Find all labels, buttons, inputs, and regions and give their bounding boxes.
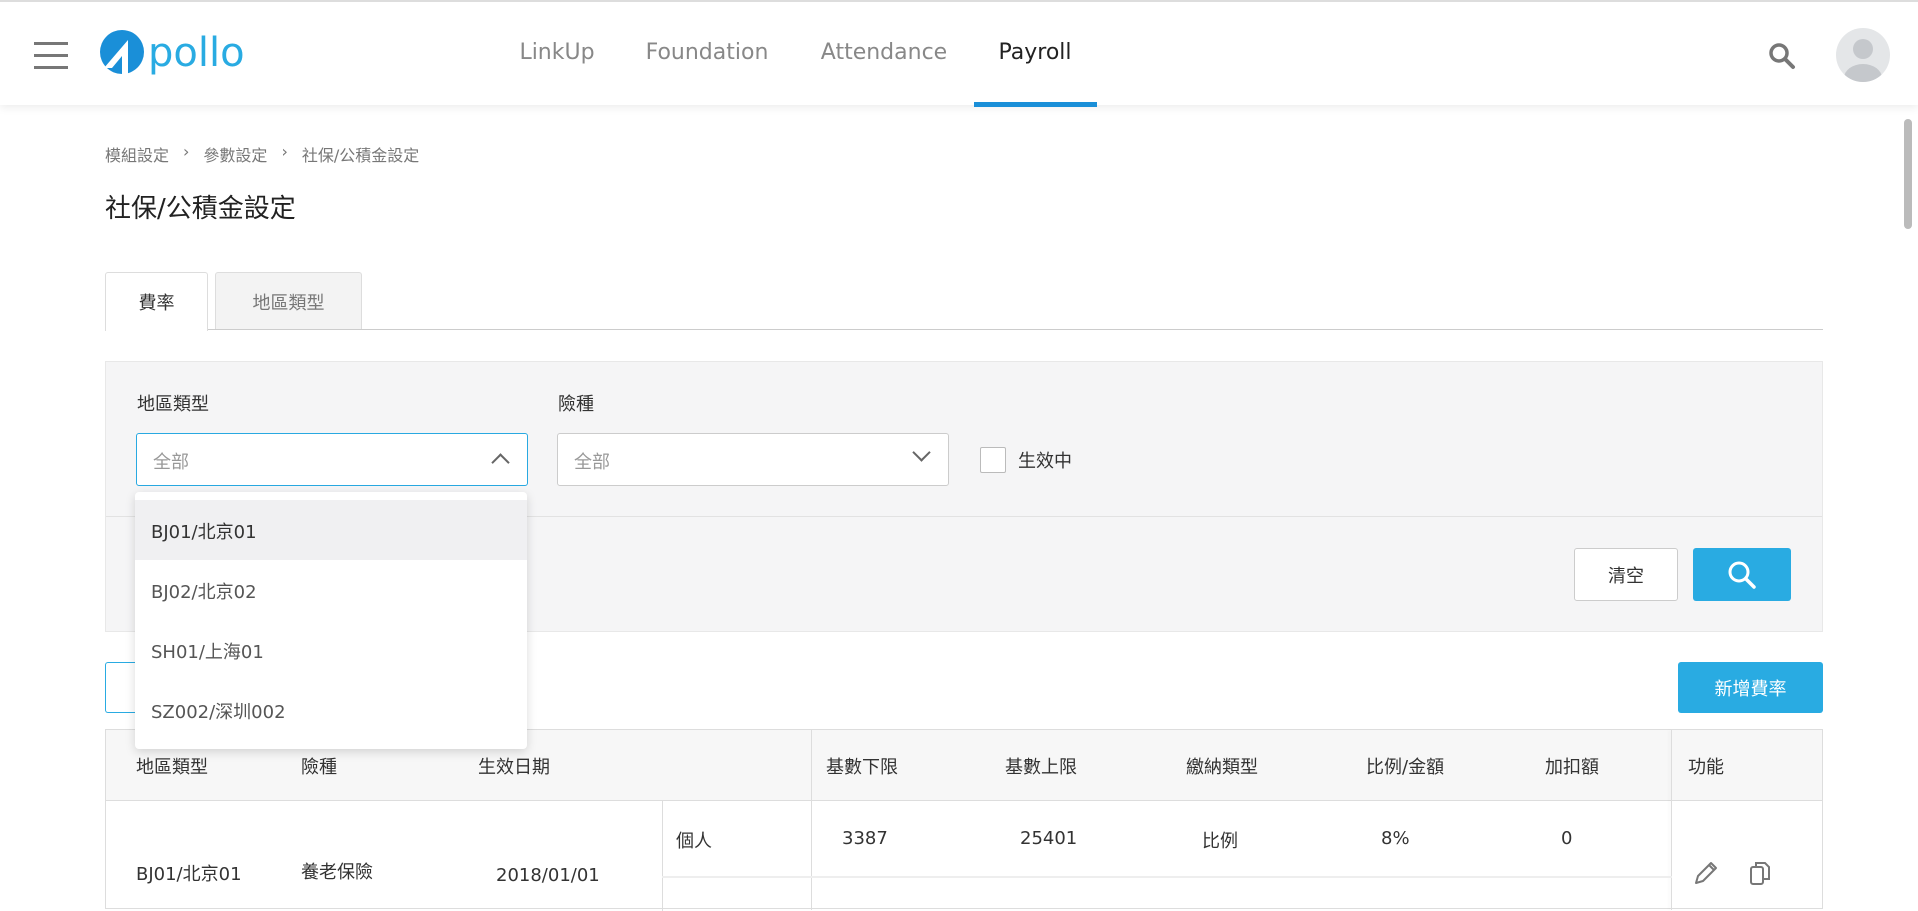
- chevron-down-icon: [912, 443, 931, 462]
- row-divider: [662, 876, 1672, 878]
- search-button[interactable]: [1693, 548, 1791, 601]
- header-adjustment: 加扣額: [1545, 757, 1599, 778]
- chevron-right-icon: ›: [183, 142, 190, 161]
- active-nav-indicator: [974, 102, 1097, 107]
- top-header: pollo LinkUp Foundation Attendance Payro…: [0, 0, 1918, 107]
- apollo-logo[interactable]: pollo: [98, 28, 268, 84]
- dropdown-option[interactable]: BJ02/北京02: [135, 560, 527, 620]
- header-base-min: 基數下限: [826, 757, 898, 778]
- column-divider: [1671, 730, 1672, 910]
- header-rate-amount: 比例/金額: [1366, 757, 1445, 778]
- region-type-dropdown: BJ01/北京01 BJ02/北京02 SH01/上海01 SZ002/深圳00…: [135, 492, 527, 749]
- cell-date: 2018/01/01: [496, 865, 600, 886]
- header-payment-type: 繳納類型: [1186, 757, 1258, 778]
- breadcrumb-item[interactable]: 模組設定: [105, 142, 169, 166]
- dropdown-option[interactable]: SH01/上海01: [135, 620, 527, 680]
- active-checkbox[interactable]: [980, 447, 1006, 473]
- add-rate-button[interactable]: 新增費率: [1678, 662, 1823, 713]
- region-type-select[interactable]: 全部: [136, 433, 528, 486]
- cell-region: BJ01/北京01: [136, 864, 242, 885]
- breadcrumb-item: 社保/公積金設定: [301, 146, 420, 165]
- page-title: 社保/公積金設定: [105, 194, 296, 224]
- tab-region-type[interactable]: 地區類型: [215, 272, 362, 330]
- search-icon[interactable]: [1768, 42, 1796, 74]
- cell-insurance: 養老保險: [301, 862, 373, 883]
- cell-payment-type: 比例: [1202, 831, 1238, 852]
- breadcrumb-item[interactable]: 參數設定: [203, 142, 267, 166]
- cell-base-max: 25401: [1020, 828, 1078, 849]
- breadcrumb: 模組設定 › 參數設定 › 社保/公積金設定: [105, 142, 419, 166]
- header-region-type: 地區類型: [136, 757, 208, 778]
- header-effective-date: 生效日期: [478, 757, 550, 778]
- column-divider: [662, 801, 663, 911]
- nav-attendance[interactable]: Attendance: [821, 40, 947, 65]
- search-icon: [1728, 561, 1756, 589]
- active-label: 生效中: [1018, 451, 1072, 472]
- tab-rate[interactable]: 費率: [105, 272, 208, 331]
- header-insurance: 險種: [301, 757, 337, 778]
- cell-base-min: 3387: [842, 828, 888, 849]
- insurance-label: 險種: [558, 394, 594, 415]
- dropdown-option[interactable]: BJ01/北京01: [135, 500, 527, 560]
- region-type-value: 全部: [153, 452, 189, 473]
- chevron-right-icon: ›: [281, 142, 288, 161]
- tab-divider: [105, 329, 1823, 330]
- header-actions: 功能: [1688, 757, 1724, 778]
- insurance-value: 全部: [574, 452, 610, 473]
- dropdown-option[interactable]: SZ002/深圳002: [135, 680, 527, 740]
- user-avatar[interactable]: [1836, 28, 1890, 82]
- chevron-up-icon: [491, 453, 510, 472]
- insurance-select[interactable]: 全部: [557, 433, 949, 486]
- nav-linkup[interactable]: LinkUp: [519, 40, 594, 65]
- svg-text:pollo: pollo: [148, 30, 245, 76]
- nav-foundation[interactable]: Foundation: [646, 40, 769, 65]
- cell-adjustment: 0: [1561, 828, 1573, 849]
- header-base-max: 基數上限: [1005, 757, 1077, 778]
- scrollbar-thumb[interactable]: [1904, 119, 1912, 229]
- cell-party: 個人: [676, 831, 712, 852]
- region-type-label: 地區類型: [137, 394, 209, 415]
- cell-rate: 8%: [1381, 828, 1410, 849]
- column-divider: [811, 730, 812, 910]
- nav-payroll[interactable]: Payroll: [998, 40, 1071, 65]
- copy-icon[interactable]: [1746, 859, 1774, 891]
- hamburger-menu-icon[interactable]: [34, 42, 68, 69]
- clear-button[interactable]: 清空: [1574, 548, 1678, 601]
- edit-pencil-icon[interactable]: [1692, 859, 1720, 891]
